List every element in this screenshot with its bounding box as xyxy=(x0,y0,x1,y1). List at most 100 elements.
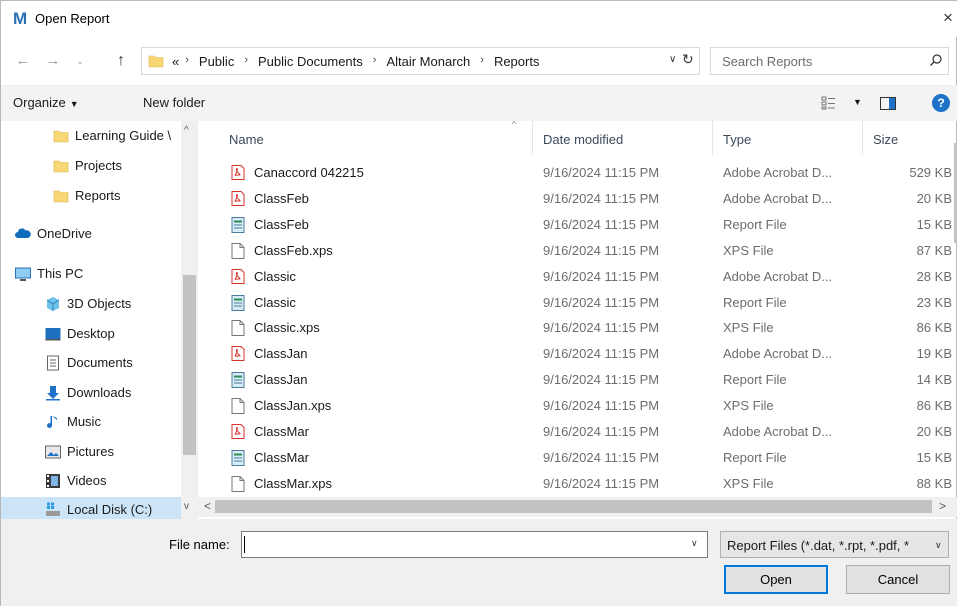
file-size: 88 KB xyxy=(916,475,952,491)
cube-icon xyxy=(46,297,60,311)
search-input[interactable]: Search Reports xyxy=(710,47,949,75)
chevron-right-icon: › xyxy=(185,54,189,66)
breadcrumb-item[interactable]: Public Documents xyxy=(258,54,363,69)
file-name: ClassMar xyxy=(254,424,309,439)
up-folder-button[interactable]: ↑ xyxy=(111,49,131,73)
column-divider[interactable] xyxy=(862,121,863,155)
file-name: Classic.xps xyxy=(254,320,320,336)
breadcrumb-item[interactable]: Reports xyxy=(494,54,540,69)
sidebar-item-videos[interactable]: Videos xyxy=(1,468,181,494)
file-row[interactable]: ClassFeb 9/16/2024 11:15 PM Report File 15 … xyxy=(206,212,957,238)
sidebar-item-pictures[interactable]: Pictures xyxy=(1,439,181,465)
file-row[interactable]: ClassFeb 9/16/2024 11:15 PM Adobe Acrobat … xyxy=(206,186,957,212)
cancel-button[interactable]: Cancel xyxy=(846,565,950,594)
sidebar-item-projects[interactable]: Projects xyxy=(1,153,181,179)
sidebar-item-music[interactable]: Music xyxy=(1,409,181,435)
view-options-icon[interactable] xyxy=(821,96,841,110)
blank-file-icon xyxy=(231,398,245,415)
sidebar-item-local-disk[interactable]: Local Disk (C:) xyxy=(1,497,181,519)
sidebar-item-documents[interactable]: Documents xyxy=(1,350,181,376)
column-header-date[interactable]: Date modified xyxy=(543,132,623,147)
music-icon xyxy=(47,416,57,428)
view-caret-icon[interactable]: ▼ xyxy=(853,97,862,107)
scroll-up-icon[interactable]: ^ xyxy=(184,125,189,136)
column-divider[interactable] xyxy=(532,121,533,155)
pdf-icon xyxy=(231,346,245,362)
back-button[interactable]: ← xyxy=(13,49,33,73)
scroll-down-icon[interactable]: v xyxy=(184,501,189,512)
search-icon[interactable] xyxy=(929,53,943,67)
blank-file-icon xyxy=(231,242,245,259)
scroll-left-icon[interactable]: < xyxy=(204,499,211,513)
video-icon xyxy=(46,474,60,488)
file-row[interactable]: ClassMar 9/16/2024 11:15 PM Adobe Acrobat … xyxy=(206,419,957,445)
organize-label: Organize xyxy=(13,95,66,110)
file-size: 20 KB xyxy=(916,190,952,206)
sidebar-item-label: Downloads xyxy=(67,385,132,400)
scroll-right-icon[interactable]: > xyxy=(939,499,946,513)
refresh-button[interactable]: ↻ xyxy=(682,51,694,68)
file-date-modified: 9/16/2024 11:15 PM xyxy=(543,398,660,414)
file-row[interactable]: ClassJan 9/16/2024 11:15 PM Report File 14 … xyxy=(206,367,957,393)
sidebar-item-this-pc[interactable]: This PC xyxy=(1,261,181,287)
help-icon[interactable]: ? xyxy=(932,94,950,112)
file-row[interactable]: Classic 9/16/2024 11:15 PM Report File 23 K… xyxy=(206,290,957,316)
file-name: ClassMar xyxy=(254,449,309,465)
file-row[interactable]: Classic.xps 9/16/2024 11:15 PM XPS File 86 … xyxy=(206,315,957,341)
address-dropdown-button[interactable]: ∨ xyxy=(669,54,676,65)
pdf-icon xyxy=(231,424,245,439)
address-bar[interactable]: « › Public › Public Documents › Altair M… xyxy=(141,47,700,75)
file-date-modified: 9/16/2024 11:15 PM xyxy=(543,475,660,491)
file-name: Classic xyxy=(254,294,296,310)
sidebar-item-learning-guide[interactable]: Learning Guide \ xyxy=(1,123,181,149)
file-type: Adobe Acrobat D... xyxy=(723,268,833,284)
file-row[interactable]: ClassFeb.xps 9/16/2024 11:15 PM XPS File 87… xyxy=(206,238,957,264)
sidebar-item-onedrive[interactable]: OneDrive xyxy=(1,221,181,247)
column-header-type[interactable]: Type xyxy=(723,132,751,147)
sidebar-item-3d-objects[interactable]: 3D Objects xyxy=(1,291,181,317)
breadcrumb-item[interactable]: Altair Monarch xyxy=(386,54,470,69)
file-date-modified: 9/16/2024 11:15 PM xyxy=(543,294,660,310)
file-row[interactable]: ClassJan 9/16/2024 11:15 PM Adobe Acrobat … xyxy=(206,341,957,367)
navigation-row: ← → ⌄ ↑ « › Public › Public Documents › … xyxy=(1,45,957,77)
file-size: 86 KB xyxy=(916,398,952,414)
scrollbar-thumb[interactable] xyxy=(215,500,932,513)
sidebar-item-label: Music xyxy=(67,414,101,429)
organize-button[interactable]: Organize ▼ xyxy=(13,95,79,110)
column-header-name[interactable]: Name xyxy=(229,132,264,147)
open-button[interactable]: Open xyxy=(724,565,828,594)
file-row[interactable]: Canaccord 042215 9/16/2024 11:15 PM Adobe … xyxy=(206,160,957,186)
sidebar-scrollbar[interactable]: ^ v xyxy=(181,121,198,519)
file-date-modified: 9/16/2024 11:15 PM xyxy=(543,449,660,465)
blank-file-icon xyxy=(231,475,245,492)
file-name: ClassFeb.xps xyxy=(254,242,333,258)
preview-pane-icon[interactable] xyxy=(880,97,896,110)
file-name: ClassJan xyxy=(254,346,308,362)
close-button[interactable]: × xyxy=(938,7,957,29)
navigation-pane: Learning Guide \ Projects Reports OneDri… xyxy=(1,121,201,519)
horizontal-scrollbar[interactable]: < > xyxy=(198,497,957,517)
recent-locations-button[interactable]: ⌄ xyxy=(73,49,87,73)
file-type-filter-select[interactable]: Report Files (*.dat, *.rpt, *.pdf, * ∨ xyxy=(720,531,949,558)
file-name: ClassJan xyxy=(254,372,308,388)
forward-button[interactable]: → xyxy=(43,49,63,73)
file-row[interactable]: ClassJan.xps 9/16/2024 11:15 PM XPS File 86… xyxy=(206,393,957,419)
file-name-dropdown-button[interactable]: ∨ xyxy=(691,538,698,549)
file-row[interactable]: ClassMar.xps 9/16/2024 11:15 PM XPS File 88… xyxy=(206,471,957,497)
sidebar-item-reports[interactable]: Reports xyxy=(1,183,181,209)
file-row[interactable]: ClassMar 9/16/2024 11:15 PM Report File 15 … xyxy=(206,445,957,471)
pdf-icon xyxy=(231,190,245,206)
new-folder-button[interactable]: New folder xyxy=(143,95,205,110)
file-name: Classic xyxy=(254,268,296,284)
breadcrumb-item[interactable]: Public xyxy=(199,54,234,69)
sidebar-item-downloads[interactable]: Downloads xyxy=(1,380,181,406)
file-type: Report File xyxy=(723,449,787,465)
sidebar-item-desktop[interactable]: Desktop xyxy=(1,321,181,347)
breadcrumb-overflow[interactable]: « xyxy=(172,54,179,69)
column-header-size[interactable]: Size xyxy=(873,132,898,147)
column-divider[interactable] xyxy=(712,121,713,155)
file-name-input[interactable] xyxy=(241,531,708,558)
file-row[interactable]: Classic 9/16/2024 11:15 PM Adobe Acrobat D… xyxy=(206,264,957,290)
scrollbar-thumb[interactable] xyxy=(183,275,196,455)
file-type: Report File xyxy=(723,372,787,388)
